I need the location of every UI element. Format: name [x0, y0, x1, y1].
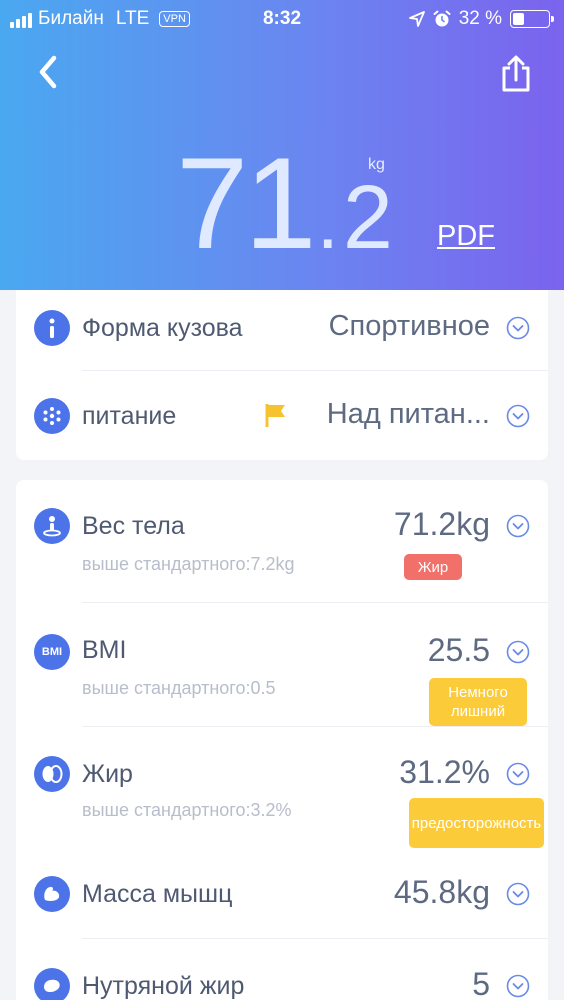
metric-row-visceral-fat[interactable]: Нутряной жир 5	[16, 940, 548, 1000]
chevron-down-icon[interactable]	[506, 974, 530, 998]
metric-row-bmi[interactable]: BMI BMI выше стандартного:0.5 25.5 Немно…	[16, 604, 548, 726]
metric-value: 45.8kg	[393, 874, 490, 910]
chevron-down-icon[interactable]	[506, 514, 530, 538]
muscle-icon	[34, 876, 70, 912]
flag-icon	[265, 404, 285, 427]
body-shape-row[interactable]: Форма кузова Спортивное	[16, 290, 548, 370]
body-shape-label: Форма кузова	[82, 314, 243, 342]
status-badge: Жир	[404, 554, 462, 580]
metric-row-weight[interactable]: Вес тела выше стандартного:7.2kg 71.2kg …	[16, 480, 548, 604]
battery-percent: 32 %	[458, 8, 502, 29]
metric-label: Нутряной жир	[82, 972, 245, 1000]
body-shape-value: Спортивное	[328, 310, 490, 342]
nutrition-value: Над питан...	[326, 398, 490, 430]
weight-icon	[34, 508, 70, 544]
alarm-icon	[433, 10, 451, 27]
weight-integer: 71	[176, 130, 317, 276]
metric-label: Жир	[82, 760, 133, 788]
metric-subtitle: выше стандартного:0.5	[82, 678, 276, 698]
nutrition-icon	[34, 398, 70, 434]
weight-decimal-point: .	[316, 176, 339, 265]
metric-label: Вес тела	[82, 512, 185, 540]
metric-label: Масса мышц	[82, 880, 233, 908]
chevron-down-icon[interactable]	[506, 762, 530, 786]
metric-value: 71.2kg	[393, 506, 490, 542]
divider	[82, 938, 548, 939]
fat-icon	[34, 756, 70, 792]
metric-value: 5	[472, 966, 490, 1000]
location-arrow-icon	[408, 11, 425, 27]
metric-value: 31.2%	[399, 754, 490, 790]
weight-unit: kg	[368, 156, 385, 173]
chevron-down-icon[interactable]	[506, 882, 530, 906]
metrics-card: Вес тела выше стандартного:7.2kg 71.2kg …	[16, 480, 548, 1000]
battery-icon	[510, 10, 554, 28]
chevron-down-icon[interactable]	[506, 404, 530, 428]
metric-subtitle: выше стандартного:7.2kg	[82, 554, 295, 574]
status-bar: Билайн LTE VPN 8:32 32 %	[0, 0, 564, 38]
bmi-icon: BMI	[34, 634, 70, 670]
status-badge: Немного лишний	[429, 678, 527, 726]
visceral-fat-icon	[34, 968, 70, 1000]
summary-card: Форма кузова Спортивное питание Над пита…	[16, 290, 548, 460]
divider	[82, 726, 548, 727]
header: Билайн LTE VPN 8:32 32 % 71 . 2 kg PDF	[0, 0, 564, 290]
chevron-down-icon[interactable]	[506, 640, 530, 664]
weight-display: 71 . 2	[176, 138, 393, 268]
info-icon	[34, 310, 70, 346]
metric-value: 25.5	[427, 632, 490, 668]
metric-row-muscle[interactable]: Масса мышц 45.8kg	[16, 850, 548, 938]
nutrition-row[interactable]: питание Над питан...	[16, 380, 548, 460]
chevron-down-icon[interactable]	[506, 316, 530, 340]
share-icon[interactable]	[496, 54, 536, 94]
metric-subtitle: выше стандартного:3.2%	[82, 800, 292, 820]
divider	[82, 602, 548, 603]
metric-row-fat[interactable]: Жир выше стандартного:3.2% 31.2% предост…	[16, 728, 548, 850]
metric-label: BMI	[82, 636, 127, 664]
nutrition-label: питание	[82, 402, 177, 430]
divider	[82, 370, 548, 371]
back-chevron-icon[interactable]	[28, 52, 68, 92]
status-badge: предосторожность	[409, 798, 544, 848]
pdf-link[interactable]: PDF	[437, 220, 495, 253]
